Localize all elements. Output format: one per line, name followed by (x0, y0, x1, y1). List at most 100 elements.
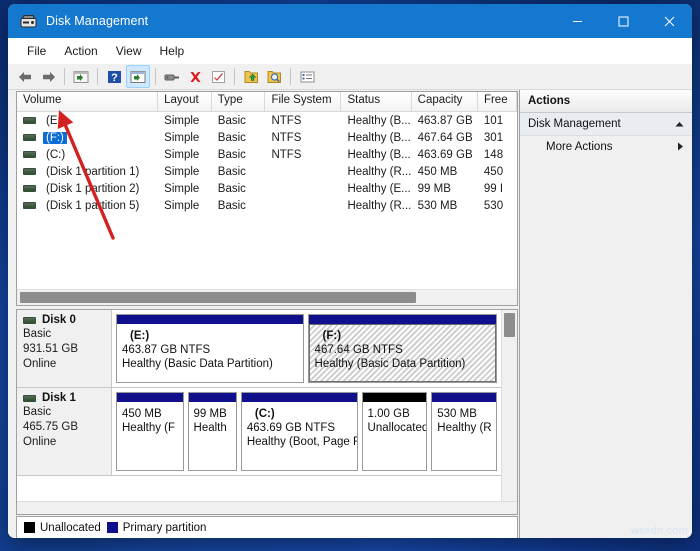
show-details-icon[interactable] (296, 66, 318, 87)
column-header-layout[interactable]: Layout (158, 92, 212, 111)
partition-status: Healthy (Basic Data Partition) (122, 358, 273, 370)
partition-size: 463.69 GB NTFS (246, 422, 336, 434)
filesystem-cell: NTFS (271, 114, 302, 127)
status-cell: Healthy (B... (347, 148, 411, 161)
scrollbar-thumb[interactable] (504, 313, 515, 337)
table-row[interactable]: (Disk 1 partition 2) Simple Basic Healthy (… (17, 180, 517, 197)
table-row[interactable]: (Disk 1 partition 1) Simple Basic Healthy (… (17, 163, 517, 180)
show-action-pane-icon[interactable] (126, 65, 150, 88)
partition-details: (C:) 463.69 GB NTFS Healthy (Boot, Page Fi… (241, 402, 357, 470)
scrollbar-thumb[interactable] (20, 292, 416, 303)
volume-disk-icon (23, 168, 36, 175)
menu-action[interactable]: Action (55, 41, 106, 61)
toolbar: ? (8, 64, 692, 90)
layout-cell: Simple (164, 148, 200, 161)
status-cell: Healthy (E... (347, 182, 411, 195)
volume-list-hscrollbar[interactable] (17, 289, 517, 305)
partition-label: (E:) (130, 330, 150, 342)
partition-block[interactable]: 99 MB Health (187, 392, 237, 471)
partition-status: Healthy (Boot, Page File (246, 436, 357, 448)
partition-block[interactable]: 1.00 GB Unallocated (361, 392, 428, 471)
type-cell: Basic (217, 165, 246, 178)
partition-details: 530 MB Healthy (R (432, 402, 496, 470)
disk-info-panel[interactable]: Disk 1 Basic 465.75 GB Online (17, 388, 112, 475)
disk-row: Disk 1 Basic 465.75 GB Online 450 MB Healthy … (17, 388, 501, 476)
disk-size: 465.75 GB (23, 421, 78, 433)
volume-label: (F:) (43, 131, 67, 144)
minimize-button[interactable] (554, 4, 600, 38)
menu-help[interactable]: Help (151, 41, 194, 61)
search-icon[interactable] (263, 66, 285, 87)
disk-management-icon (20, 13, 37, 30)
table-row[interactable]: (E:) Simple Basic NTFS Healthy (B... 463.87 G… (17, 112, 517, 129)
disk-icon (23, 316, 36, 324)
partition-block[interactable]: (C:) 463.69 GB NTFS Healthy (Boot, Page Fi… (240, 392, 358, 471)
disk-type: Basic (23, 406, 52, 418)
graphical-view-hscrollbar[interactable] (17, 501, 517, 514)
type-cell: Basic (217, 114, 246, 127)
partition-block[interactable]: (E:) 463.87 GB NTFS Healthy (Basic Data Pa… (116, 314, 304, 383)
action-item-disk-management[interactable]: Disk Management (520, 113, 692, 136)
volume-cell: (Disk 1 partition 2) (17, 183, 158, 195)
watermark: wsxdn.com (631, 525, 688, 537)
column-header-free[interactable]: Free (478, 92, 517, 111)
free-cell: 101 (483, 114, 504, 127)
partition-block[interactable]: (F:) 467.64 GB NTFS Healthy (Basic Data Pa… (307, 314, 497, 383)
properties-icon[interactable] (207, 66, 229, 87)
window-title: Disk Management (46, 14, 149, 28)
forward-icon[interactable] (37, 66, 59, 87)
partition-block[interactable]: 450 MB Healthy (F (116, 392, 184, 471)
graphical-view-vscrollbar[interactable] (501, 310, 517, 501)
volume-disk-icon (23, 202, 36, 209)
window-titlebar[interactable]: Disk Management (8, 4, 692, 38)
column-header-capacity[interactable]: Capacity (412, 92, 478, 111)
collapse-chevron-up-icon[interactable] (675, 115, 684, 133)
partition-details: 1.00 GB Unallocated (362, 402, 427, 470)
delete-icon[interactable] (184, 66, 206, 87)
layout-cell: Simple (164, 131, 200, 144)
table-row[interactable]: (C:) Simple Basic NTFS Healthy (B... 463.69 G… (17, 146, 517, 163)
action-item-more-actions[interactable]: More Actions (520, 136, 692, 158)
volume-cell: (F:) (17, 131, 158, 144)
capacity-cell: 450 MB (417, 165, 458, 178)
capacity-cell: 530 MB (417, 199, 458, 212)
close-button[interactable] (646, 4, 692, 38)
table-row[interactable]: (F:) Simple Basic NTFS Healthy (B... 467.64 G… (17, 129, 517, 146)
rescan-disks-icon[interactable] (161, 66, 183, 87)
menu-view[interactable]: View (107, 41, 151, 61)
partition-color-bar (241, 393, 357, 402)
type-cell: Basic (217, 148, 246, 161)
legend-item: Primary partition (106, 522, 206, 534)
partition-block[interactable]: 530 MB Healthy (R (431, 392, 497, 471)
export-list-icon[interactable] (240, 66, 262, 87)
disk-info-panel[interactable]: Disk 0 Basic 931.51 GB Online (17, 310, 112, 387)
disk-state: Online (23, 436, 57, 448)
up-one-level-icon[interactable] (70, 66, 92, 87)
free-cell: 148 (483, 148, 504, 161)
graphical-view: Disk 0 Basic 931.51 GB Online (E:) 463.87 GB … (16, 309, 518, 515)
volume-label: (Disk 1 partition 1) (46, 165, 140, 178)
volume-label: (C:) (46, 148, 66, 161)
table-row[interactable]: (Disk 1 partition 5) Simple Basic Healthy (… (17, 197, 517, 214)
partition-size: 99 MB (193, 408, 227, 420)
svg-text:?: ? (111, 72, 118, 84)
partition-status: Healthy (F (122, 422, 176, 434)
volume-cell: (Disk 1 partition 5) (17, 200, 158, 212)
action-item-label: Disk Management (528, 118, 621, 130)
column-header-file-system[interactable]: File System (265, 92, 342, 111)
submenu-chevron-right-icon[interactable] (677, 138, 684, 156)
partition-color-bar (432, 393, 496, 402)
partition-size: 463.87 GB NTFS (122, 344, 211, 356)
layout-cell: Simple (164, 114, 200, 127)
partition-label: (C:) (254, 408, 275, 420)
back-icon[interactable] (14, 66, 36, 87)
column-header-volume[interactable]: Volume (17, 92, 159, 111)
maximize-button[interactable] (600, 4, 646, 38)
column-header-type[interactable]: Type (212, 92, 266, 111)
column-header-status[interactable]: Status (341, 92, 412, 111)
help-icon[interactable]: ? (103, 66, 125, 87)
menu-file[interactable]: File (18, 41, 55, 61)
status-cell: Healthy (B... (347, 114, 411, 127)
filesystem-cell: NTFS (271, 131, 302, 144)
layout-cell: Simple (164, 165, 200, 178)
